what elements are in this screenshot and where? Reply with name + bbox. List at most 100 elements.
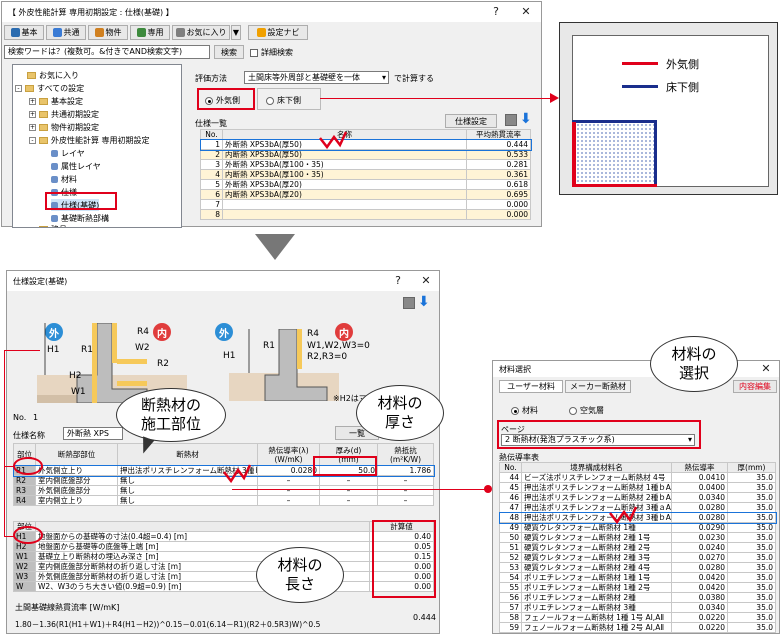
table-row[interactable]: 8 0.000 — [200, 209, 531, 220]
tab-user-material[interactable]: ユーザー材料 — [499, 380, 563, 393]
toolbar-dedicated-button[interactable]: 専用 — [130, 25, 170, 40]
layer-icon — [51, 149, 58, 157]
table-row[interactable]: 6 内断熱 XPS3bA(厚20) 0.695 — [200, 189, 531, 200]
tree-item-favorites[interactable]: お気に入り — [27, 69, 79, 81]
spec-setting-button[interactable]: 仕様設定 — [445, 114, 497, 128]
radio-dot — [511, 406, 519, 415]
legend-outer-swatch — [622, 62, 658, 65]
table-row[interactable]: 2 内断熱 XPS3bA(厚50) 0.533 — [200, 149, 531, 160]
toolbar-property-button[interactable]: 物件 — [88, 25, 128, 40]
highlight-h1-circle — [13, 526, 43, 544]
table-row[interactable]: 50 硬質ウレタンフォーム断熱材 2種 1号 0.0230 35.0 — [499, 532, 776, 543]
table-row[interactable]: W3 外気側底盤部分断熱材の折り返し寸法 [m] 0.00 — [13, 571, 434, 582]
cell-1: 硬質ウレタンフォーム断熱材 2種 1号 — [521, 532, 672, 543]
connector-r1-left — [4, 350, 5, 536]
table-row[interactable]: 5 外断熱 XPS3bA(厚20) 0.618 — [200, 179, 531, 190]
cell-1: ポリエチレンフォーム断熱材 3種 — [521, 602, 672, 613]
dimension-table[interactable]: 部位 計算値 H1 地盤面からの基礎等の寸法(0.4超=0.4) [m] 0.40 H… — [13, 521, 434, 592]
export-icon[interactable] — [505, 114, 517, 126]
table-row[interactable]: 54 ポリエチレンフォーム断熱材 1種 1号 0.0420 35.0 — [499, 572, 776, 583]
dialog-title: 仕様設定(基礎) — [13, 276, 68, 286]
table-row[interactable]: H2 地盤面から基礎等の底盤等上端 [m] 0.05 — [13, 541, 434, 552]
tree-item-all[interactable]: - すべての設定 — [15, 82, 84, 94]
tree-item-material[interactable]: 材料 — [51, 173, 77, 185]
toolbar-favorites-button[interactable]: お気に入り — [172, 25, 230, 40]
download-arrow-icon[interactable]: ⬇ — [520, 112, 532, 127]
callout-insulation-part: 断熱材の 施工部位 — [116, 388, 226, 442]
tab-maker-insulation[interactable]: メーカー断熱材 — [565, 380, 631, 393]
search-input[interactable]: 検索ワードは？(複数可。&付きでAND検索文字) — [4, 45, 210, 59]
table-row[interactable]: 52 硬質ウレタンフォーム断熱材 2種 3号 0.0270 35.0 — [499, 552, 776, 563]
diagram2-note1: W1,W2,W3=0 — [307, 341, 370, 351]
cell-2: 0.0290 — [671, 522, 728, 533]
toolbar-basic-button[interactable]: 基本 — [4, 25, 44, 40]
table-row[interactable]: 59 フェノールフォーム断熱材 1種 2号 AⅠ,AⅡ 0.0220 35.0 — [499, 622, 776, 633]
mat-col-name: 境界構成材料名 — [521, 462, 672, 473]
table-row[interactable]: 7 0.000 — [200, 199, 531, 210]
tree-item-property[interactable]: + 物件初期設定 — [29, 121, 99, 133]
table-row[interactable]: W1 基礎立上り断熱材の埋込み深さ [m] 0.15 — [13, 551, 434, 562]
cell-0: 56 — [499, 592, 522, 603]
table-row[interactable]: 46 押出法ポリスチレンフォーム断熱材 2種ｂA 0.0340 35.0 — [499, 492, 776, 503]
material-table[interactable]: No. 境界構成材料名 熱伝導率 厚(mm) 44 ビーズ法ポリスチレンフォーム断… — [498, 462, 777, 633]
cell-0: W3 — [13, 571, 36, 582]
mat-close-button[interactable]: ✕ — [755, 361, 777, 377]
cell-0: 48 — [499, 512, 522, 523]
tree-item-envelope[interactable]: - 外皮性能計算 専用初期設定 — [29, 134, 150, 146]
dialog-close-button[interactable]: ✕ — [415, 271, 437, 291]
table-row[interactable]: 51 硬質ウレタンフォーム断熱材 2種 2号 0.0240 35.0 — [499, 542, 776, 553]
legend-under-swatch — [622, 85, 658, 88]
table-row[interactable]: 56 ポリエチレンフォーム断熱材 2種 0.0380 35.0 — [499, 592, 776, 603]
help-button[interactable]: ? — [485, 2, 507, 22]
folder-icon — [27, 71, 36, 79]
cell-1: フェノールフォーム断熱材 1種 2号 AⅠ,AⅡ — [521, 622, 672, 633]
cell-name: 内断熱 XPS3bA(厚50) — [222, 149, 467, 160]
tree-item-fixture[interactable]: 建具 — [39, 223, 67, 227]
table-row[interactable]: 3 外断熱 XPS3bA(厚100・35) 0.281 — [200, 159, 531, 170]
tree-item-layer[interactable]: レイヤ — [51, 147, 85, 159]
toolbar-common-button[interactable]: 共通 — [46, 25, 86, 40]
cell-3: 35.0 — [727, 592, 776, 603]
table-row[interactable]: 45 押出法ポリスチレンフォーム断熱材 1種ｂA 0.0400 35.0 — [499, 482, 776, 493]
dialog-export-icon[interactable] — [403, 297, 415, 309]
table-row[interactable]: R3 外気側底盤部分 無し – – – — [13, 485, 434, 496]
dialog-download-icon[interactable]: ⬇ — [418, 295, 430, 310]
tree-item-basic[interactable]: + 基本設定 — [29, 95, 83, 107]
spec-table[interactable]: No. 名称 平均熱貫流率 1 外断熱 XPS3bA(厚50) 0.444 2 内断熱 … — [199, 129, 532, 220]
table-row[interactable]: 57 ポリエチレンフォーム断熱材 3種 0.0340 35.0 — [499, 602, 776, 613]
cell-2: 無し — [117, 485, 258, 496]
cell-1: 押出法ポリスチレンフォーム断熱材 3種ｂA — [521, 512, 672, 523]
cell-4: – — [319, 495, 378, 506]
table-row[interactable]: 1 外断熱 XPS3bA(厚50) 0.444 — [199, 138, 532, 151]
table-row[interactable]: 44 ビーズ法ポリスチレンフォーム断熱材 4号 0.0410 35.0 — [499, 472, 776, 483]
settings-navi-button[interactable]: 設定ナビ — [248, 25, 308, 40]
table-row[interactable]: 4 内断熱 XPS3bA(厚100・35) 0.361 — [200, 169, 531, 180]
table-row[interactable]: W2 室内側底盤部分断熱材の折り返し寸法 [m] 0.00 — [13, 561, 434, 572]
eval-select[interactable]: 土間床等外周部と基礎壁を一体 ▾ — [244, 71, 389, 84]
favorites-dropdown-button[interactable]: ▼ — [231, 25, 241, 40]
cell-3: 35.0 — [727, 562, 776, 573]
table-row[interactable]: 58 フェノールフォーム断熱材 1種 1号 AⅠ,AⅡ 0.0220 35.0 — [499, 612, 776, 623]
cell-no: 1 — [200, 139, 223, 150]
table-row[interactable]: R4 室内側立上り 無し – – – — [13, 495, 434, 506]
mat-radio-air[interactable]: 空気層 — [569, 405, 604, 416]
no-label: No. — [13, 413, 27, 422]
tree-item-attr-layer[interactable]: 属性レイヤ — [51, 160, 101, 172]
cell-2: 0.0230 — [671, 532, 728, 543]
search-button[interactable]: 検索 — [214, 45, 244, 59]
cell-0: 55 — [499, 582, 522, 593]
cell-0: W1 — [13, 551, 36, 562]
dialog-help-button[interactable]: ? — [387, 271, 409, 291]
building-icon — [94, 28, 104, 37]
table-row[interactable]: H1 地盤面からの基礎等の寸法(0.4超=0.4) [m] 0.40 — [13, 531, 434, 542]
table-row[interactable]: W W2、W3のうち大きい値(0.9超=0.9) [m] 0.00 — [13, 581, 434, 592]
edit-content-button[interactable]: 内容編集 — [733, 380, 777, 393]
detail-search-checkbox[interactable]: 詳細検索 — [250, 47, 293, 58]
tree-item-common[interactable]: + 共通初期設定 — [29, 108, 99, 120]
table-row[interactable]: 53 硬質ウレタンフォーム断熱材 2種 4号 0.0280 35.0 — [499, 562, 776, 573]
table-row[interactable]: 55 ポリエチレンフォーム断熱材 1種 2号 0.0420 35.0 — [499, 582, 776, 593]
col-area: 断熱部部位 — [35, 443, 118, 466]
close-button[interactable]: ✕ — [515, 2, 537, 22]
spec-name-input[interactable]: 外断熱 XPS — [63, 427, 123, 440]
mat-radio-material[interactable]: 材料 — [511, 405, 538, 416]
